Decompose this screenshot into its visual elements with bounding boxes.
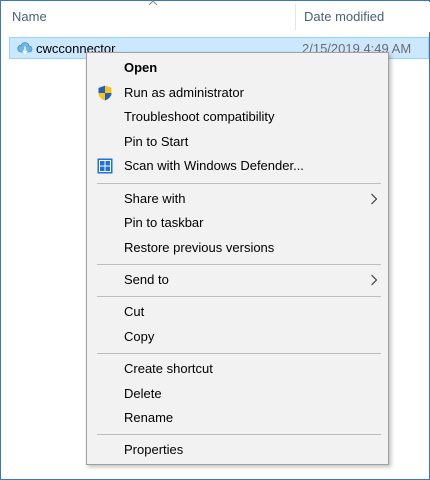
uac-shield-icon — [98, 85, 112, 101]
menu-separator — [97, 353, 381, 354]
menu-item-send-to[interactable]: Send to — [87, 268, 388, 292]
menu-item-label: Pin to taskbar — [124, 215, 204, 230]
menu-item-label: Pin to Start — [124, 134, 189, 149]
menu-item-label: Run as administrator — [124, 85, 244, 100]
menu-item-label: Cut — [124, 304, 145, 319]
menu-item-label: Open — [124, 60, 158, 75]
menu-item-label: Copy — [124, 329, 155, 344]
menu-item-create-shortcut[interactable]: Create shortcut — [87, 357, 388, 381]
menu-item-label: Scan with Windows Defender... — [124, 158, 304, 173]
menu-item-label: Create shortcut — [124, 361, 213, 376]
menu-item-label: Delete — [124, 386, 162, 401]
menu-item-label: Troubleshoot compatibility — [124, 109, 275, 124]
menu-item-delete[interactable]: Delete — [87, 382, 388, 406]
menu-item-label: Properties — [124, 442, 184, 457]
menu-item-pin-to-taskbar[interactable]: Pin to taskbar — [87, 211, 388, 235]
menu-item-share-with[interactable]: Share with — [87, 187, 388, 211]
menu-item-pin-to-start[interactable]: Pin to Start — [87, 130, 388, 154]
chevron-right-icon — [371, 193, 378, 205]
column-header-date-modified[interactable]: Date modified — [304, 9, 384, 24]
column-divider[interactable] — [295, 4, 296, 30]
menu-item-rename[interactable]: Rename — [87, 406, 388, 430]
menu-item-label: Rename — [124, 410, 174, 425]
menu-separator — [97, 296, 381, 297]
column-header-bar: Name Date modified — [2, 0, 430, 32]
column-header-name[interactable]: Name — [12, 9, 47, 24]
windows-defender-icon — [97, 158, 113, 174]
menu-item-cut[interactable]: Cut — [87, 300, 388, 324]
menu-item-scan-with-defender[interactable]: Scan with Windows Defender... — [87, 154, 388, 178]
menu-separator — [97, 434, 381, 435]
menu-item-restore-previous-versions[interactable]: Restore previous versions — [87, 236, 388, 260]
cloud-download-icon — [17, 42, 33, 54]
menu-separator — [97, 183, 381, 184]
menu-item-troubleshoot-compatibility[interactable]: Troubleshoot compatibility — [87, 105, 388, 129]
context-menu: Open Run as administrator Troubleshoot c… — [86, 52, 389, 465]
menu-separator — [97, 264, 381, 265]
menu-item-label: Restore previous versions — [124, 240, 275, 255]
chevron-right-icon — [371, 274, 378, 286]
menu-item-properties[interactable]: Properties — [87, 438, 388, 462]
menu-item-label: Send to — [124, 272, 169, 287]
menu-item-run-as-administrator[interactable]: Run as administrator — [87, 81, 388, 105]
menu-item-copy[interactable]: Copy — [87, 325, 388, 349]
menu-item-open[interactable]: Open — [87, 56, 388, 80]
menu-item-label: Share with — [124, 191, 186, 206]
sort-arrow-icon — [148, 0, 158, 6]
